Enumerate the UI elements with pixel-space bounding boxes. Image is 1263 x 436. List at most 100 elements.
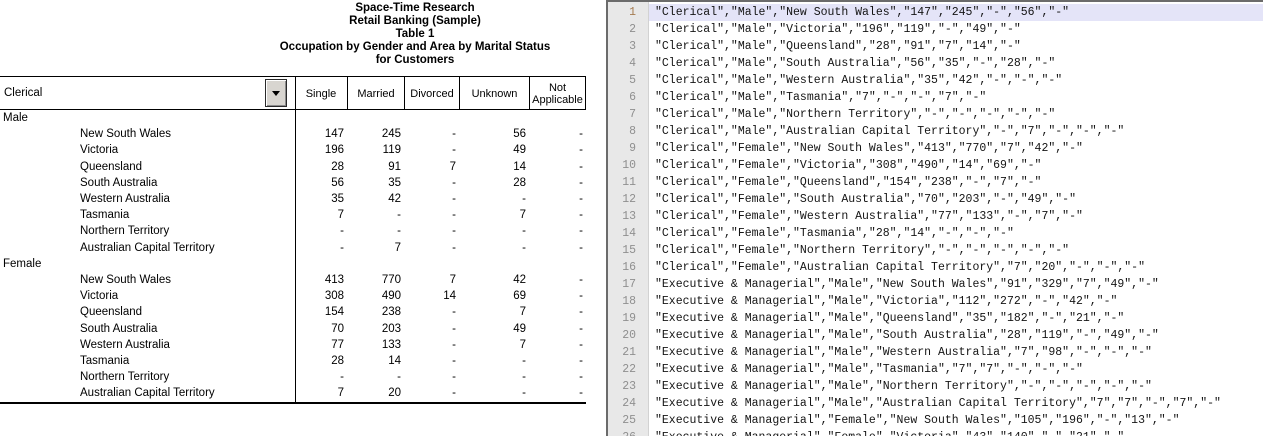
row-label: New South Wales [0, 274, 295, 286]
line-number: 15 [608, 242, 649, 259]
line-number: 26 [608, 429, 649, 436]
editor-line[interactable]: 14"Clerical","Female","Tasmania","28","1… [608, 225, 1263, 242]
editor-line[interactable]: 8"Clerical","Male","Australian Capital T… [608, 123, 1263, 140]
editor-line[interactable]: 24"Executive & Managerial","Male","Austr… [608, 395, 1263, 412]
editor-line[interactable]: 17"Executive & Managerial","Male","New S… [608, 276, 1263, 293]
editor-line-text[interactable]: "Executive & Managerial","Male","Norther… [649, 378, 1263, 395]
value-cell: 91 [348, 161, 405, 173]
editor-line-text[interactable]: "Clerical","Male","Australian Capital Te… [649, 123, 1263, 140]
value-cell: - [405, 387, 460, 399]
editor-line-text[interactable]: "Clerical","Male","Victoria","196","119"… [649, 21, 1263, 38]
line-number: 22 [608, 361, 649, 378]
line-number: 10 [608, 157, 649, 174]
line-number: 16 [608, 259, 649, 276]
value-cell: - [460, 355, 530, 367]
editor-line[interactable]: 1"Clerical","Male","New South Wales","14… [608, 4, 1263, 21]
editor-line[interactable]: 7"Clerical","Male","Northern Territory",… [608, 106, 1263, 123]
occupation-dropdown[interactable]: Clerical [0, 77, 288, 109]
editor-line[interactable]: 18"Executive & Managerial","Male","Victo… [608, 293, 1263, 310]
row-label: Northern Territory [0, 225, 295, 237]
table-row: Queensland2891714- [0, 159, 586, 175]
editor-line[interactable]: 9"Clerical","Female","New South Wales","… [608, 140, 1263, 157]
dropdown-button[interactable] [265, 79, 287, 107]
column-header-unknown: Unknown [460, 77, 530, 110]
editor-line-text[interactable]: "Executive & Managerial","Male","South A… [649, 327, 1263, 344]
editor-line-text[interactable]: "Clerical","Female","South Australia","7… [649, 191, 1263, 208]
editor-line-text[interactable]: "Executive & Managerial","Female","New S… [649, 412, 1263, 429]
value-cell: - [530, 387, 586, 399]
line-number: 11 [608, 174, 649, 191]
editor-line-text[interactable]: "Clerical","Female","New South Wales","4… [649, 140, 1263, 157]
editor-line-text[interactable]: "Clerical","Female","Australian Capital … [649, 259, 1263, 276]
editor-line-text[interactable]: "Clerical","Male","Northern Territory","… [649, 106, 1263, 123]
value-cell: - [530, 274, 586, 286]
report-title-line: Table 1 [230, 28, 600, 41]
line-number: 24 [608, 395, 649, 412]
table-row: South Australia5635-28- [0, 175, 586, 191]
report-title-line: Retail Banking (Sample) [230, 15, 600, 28]
editor-line[interactable]: 13"Clerical","Female","Western Australia… [608, 208, 1263, 225]
table-row: Northern Territory----- [0, 369, 586, 385]
csv-editor[interactable]: 1"Clerical","Male","New South Wales","14… [606, 0, 1263, 436]
value-cell: - [460, 242, 530, 254]
editor-line-text[interactable]: "Executive & Managerial","Female","Victo… [649, 429, 1263, 436]
value-cell: 56 [460, 128, 530, 140]
report-panel: Space-Time Research Retail Banking (Samp… [0, 0, 600, 436]
editor-line[interactable]: 23"Executive & Managerial","Male","North… [608, 378, 1263, 395]
editor-line[interactable]: 15"Clerical","Female","Northern Territor… [608, 242, 1263, 259]
editor-line[interactable]: 12"Clerical","Female","South Australia",… [608, 191, 1263, 208]
editor-line-text[interactable]: "Executive & Managerial","Male","Western… [649, 344, 1263, 361]
line-number: 19 [608, 310, 649, 327]
value-cell: 42 [348, 193, 405, 205]
value-cell: 56 [295, 177, 348, 189]
editor-line[interactable]: 22"Executive & Managerial","Male","Tasma… [608, 361, 1263, 378]
line-number: 8 [608, 123, 649, 140]
table-group-row: Female [0, 256, 586, 272]
editor-line-text[interactable]: "Executive & Managerial","Male","Victori… [649, 293, 1263, 310]
editor-line[interactable]: 10"Clerical","Female","Victoria","308","… [608, 157, 1263, 174]
editor-line[interactable]: 6"Clerical","Male","Tasmania","7","-","-… [608, 89, 1263, 106]
editor-line[interactable]: 21"Executive & Managerial","Male","Weste… [608, 344, 1263, 361]
editor-line[interactable]: 4"Clerical","Male","South Australia","56… [608, 55, 1263, 72]
editor-line-text[interactable]: "Clerical","Female","Victoria","308","49… [649, 157, 1263, 174]
value-cell: - [530, 209, 586, 221]
editor-line[interactable]: 20"Executive & Managerial","Male","South… [608, 327, 1263, 344]
editor-line-text[interactable]: "Clerical","Female","Northern Territory"… [649, 242, 1263, 259]
editor-line-text[interactable]: "Executive & Managerial","Male","Tasmani… [649, 361, 1263, 378]
row-label: Victoria [0, 144, 295, 156]
value-cell: - [530, 225, 586, 237]
line-number: 12 [608, 191, 649, 208]
editor-line-text[interactable]: "Clerical","Female","Tasmania","28","14"… [649, 225, 1263, 242]
editor-line-text[interactable]: "Clerical","Male","Tasmania","7","-","-"… [649, 89, 1263, 106]
editor-line-text[interactable]: "Clerical","Male","Western Australia","3… [649, 72, 1263, 89]
editor-line-text[interactable]: "Clerical","Female","Western Australia",… [649, 208, 1263, 225]
editor-line-text[interactable]: "Clerical","Male","South Australia","56"… [649, 55, 1263, 72]
editor-line[interactable]: 11"Clerical","Female","Queensland","154"… [608, 174, 1263, 191]
value-cell: 7 [460, 306, 530, 318]
editor-line[interactable]: 19"Executive & Managerial","Male","Queen… [608, 310, 1263, 327]
line-number: 13 [608, 208, 649, 225]
editor-line[interactable]: 25"Executive & Managerial","Female","New… [608, 412, 1263, 429]
editor-line[interactable]: 2"Clerical","Male","Victoria","196","119… [608, 21, 1263, 38]
line-number: 25 [608, 412, 649, 429]
row-label: Queensland [0, 161, 295, 173]
value-cell: 7 [460, 339, 530, 351]
editor-line[interactable]: 5"Clerical","Male","Western Australia","… [608, 72, 1263, 89]
value-cell: - [405, 355, 460, 367]
editor-line-text[interactable]: "Executive & Managerial","Male","New Sou… [649, 276, 1263, 293]
editor-line-text[interactable]: "Clerical","Male","Queensland","28","91"… [649, 38, 1263, 55]
editor-line[interactable]: 3"Clerical","Male","Queensland","28","91… [608, 38, 1263, 55]
editor-line-text[interactable]: "Clerical","Female","Queensland","154","… [649, 174, 1263, 191]
value-cell: - [348, 225, 405, 237]
editor-line[interactable]: 26"Executive & Managerial","Female","Vic… [608, 429, 1263, 436]
editor-line-text[interactable]: "Executive & Managerial","Male","Austral… [649, 395, 1263, 412]
table-row: Northern Territory----- [0, 223, 586, 239]
value-cell: - [530, 323, 586, 335]
value-cell: - [460, 387, 530, 399]
value-cell: - [348, 371, 405, 383]
column-header-not-applicable: Not Applicable [530, 77, 586, 110]
editor-line-text[interactable]: "Executive & Managerial","Male","Queensl… [649, 310, 1263, 327]
editor-line[interactable]: 16"Clerical","Female","Australian Capita… [608, 259, 1263, 276]
value-cell: 42 [460, 274, 530, 286]
editor-line-text[interactable]: "Clerical","Male","New South Wales","147… [649, 4, 1263, 21]
